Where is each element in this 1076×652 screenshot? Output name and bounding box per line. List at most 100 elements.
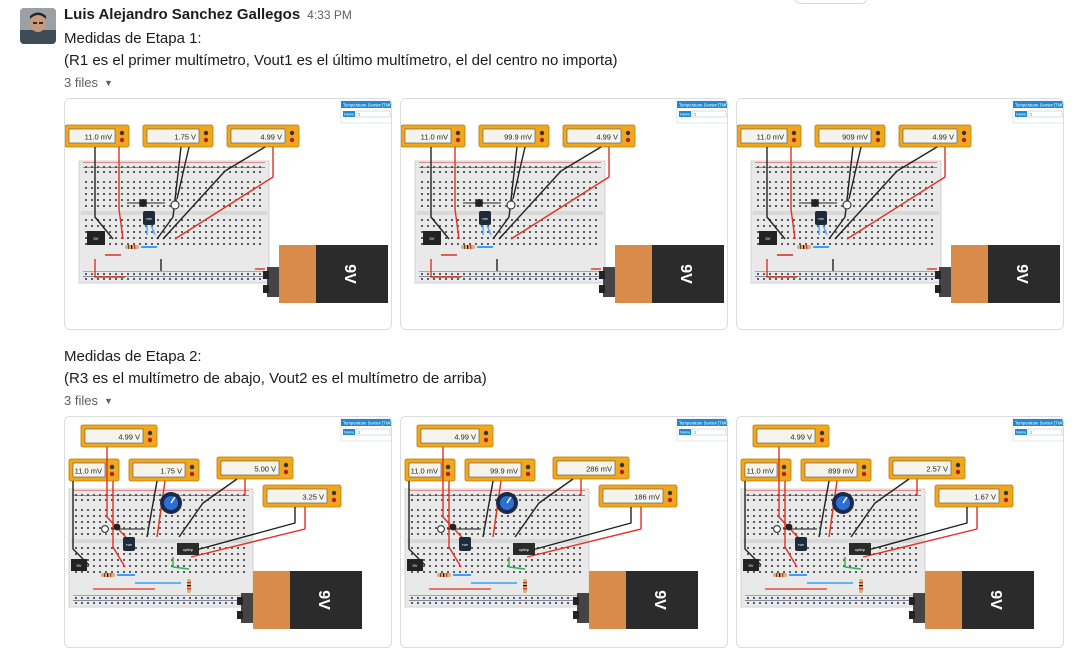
sensor-name-value: 1 — [694, 113, 696, 117]
potentiometer-knob — [832, 492, 854, 514]
author-name[interactable]: Luis Alejandro Sanchez Gallegos — [64, 6, 300, 23]
multimeter-reading: 11.0 mV — [75, 467, 102, 476]
resistor — [437, 573, 451, 577]
chip-label: TMP — [126, 543, 132, 547]
sensor-panel-title: Temperature Sensor [TMP36] — [343, 103, 391, 108]
multimeter: 286 mV — [552, 456, 630, 480]
multimeter-reading: 909 mV — [842, 133, 868, 142]
sensor-panel-title: Temperature Sensor [TMP36] — [679, 103, 727, 108]
multimeter-reading: 99.9 mV — [490, 467, 518, 476]
message-line: (R1 es el primer multímetro, Vout1 es el… — [64, 52, 618, 69]
multimeter: 11.0 mV — [68, 458, 120, 482]
sensor-panel: Temperature Sensor [TMP36] Name 1 — [1012, 418, 1063, 442]
stage2-image-1[interactable]: 4.99 V 11.0 mV 1.75 V 5.00 V 3.25 V Temperatu… — [64, 416, 392, 648]
multimeter: 11.0 mV — [401, 124, 466, 148]
breadboard — [78, 160, 270, 284]
multimeter: 3.25 V — [262, 484, 342, 508]
battery-label: 9V — [1013, 264, 1030, 284]
power-module: 5V — [759, 231, 777, 245]
resistor — [773, 573, 787, 577]
multimeter: 1.75 V — [142, 124, 214, 148]
multimeter-reading: 4.99 V — [454, 433, 476, 442]
probe — [170, 200, 180, 210]
message-line: Medidas de Etapa 2: — [64, 348, 202, 365]
multimeter-reading: 3.25 V — [302, 493, 324, 502]
module-label: 5V — [77, 563, 82, 568]
chip-label: TMP — [146, 217, 152, 221]
resistor — [797, 245, 811, 249]
power-module: 5V — [407, 559, 423, 571]
timestamp[interactable]: 4:33 PM — [307, 8, 352, 22]
sensor-panel-title: Temperature Sensor [TMP36] — [1015, 421, 1063, 426]
multimeter: 5.00 V — [216, 456, 294, 480]
sensor-name-label: Name — [344, 113, 354, 117]
attachments-stage1: 11.0 mV 1.75 V 4.99 V Temperature Sensor [T… — [64, 98, 1068, 330]
resistor — [125, 245, 139, 249]
battery-9v: 9V — [909, 571, 1034, 629]
sensor-panel: Temperature Sensor [TMP36] Name 1 — [676, 418, 727, 442]
battery-9v: 9V — [237, 571, 362, 629]
message-line: Medidas de Etapa 1: — [64, 30, 202, 47]
sensor-name-label: Name — [1016, 113, 1026, 117]
stage2-image-3[interactable]: 4.99 V 11.0 mV 899 mV 2.57 V 1.67 V Temperatu… — [736, 416, 1064, 648]
probe — [437, 525, 445, 533]
tmp-sensor: TMP — [123, 537, 135, 551]
sensor-panel-title: Temperature Sensor [TMP36] — [343, 421, 391, 426]
battery-9v: 9V — [573, 571, 698, 629]
multimeter-reading: 11.0 mV — [421, 133, 448, 142]
sensor-name-value: 1 — [358, 431, 360, 435]
multimeter: 909 mV — [814, 124, 886, 148]
opamp-label: op4mp — [183, 548, 193, 552]
chip-label: TMP — [462, 543, 468, 547]
multimeter: 99.9 mV — [478, 124, 550, 148]
sensor-name-value: 1 — [1030, 431, 1032, 435]
multimeter-reading: 4.99 V — [790, 433, 812, 442]
avatar[interactable] — [20, 8, 56, 44]
files-count: 3 files — [64, 75, 98, 90]
files-count: 3 files — [64, 393, 98, 408]
module-label: 5V — [766, 236, 771, 241]
tmp-sensor: TMP — [143, 211, 155, 225]
multimeter: 11.0 mV — [65, 124, 130, 148]
sensor-panel-title: Temperature Sensor [TMP36] — [679, 421, 727, 426]
stage1-image-1[interactable]: 11.0 mV 1.75 V 4.99 V Temperature Sensor [T… — [64, 98, 392, 330]
sensor-panel: Temperature Sensor [TMP36] Name 1 — [1012, 100, 1063, 124]
multimeter: 4.99 V — [562, 124, 636, 148]
module-label: 5V — [749, 563, 754, 568]
sensor-name-label: Name — [344, 431, 354, 435]
multimeter-reading: 1.75 V — [174, 133, 196, 142]
multimeter: 11.0 mV — [740, 458, 792, 482]
multimeter: 1.67 V — [934, 484, 1014, 508]
stage1-image-2[interactable]: 11.0 mV 99.9 mV 4.99 V Temperature Sensor [… — [400, 98, 728, 330]
power-module: 5V — [743, 559, 759, 571]
multimeter-reading: 1.67 V — [974, 493, 996, 502]
scroll-pill — [794, 0, 868, 4]
files-toggle[interactable]: 3 files ▼ — [64, 72, 113, 94]
stage2-image-2[interactable]: 4.99 V 11.0 mV 99.9 mV 286 mV 186 mV Temperat… — [400, 416, 728, 648]
attachments-stage2: 4.99 V 11.0 mV 1.75 V 5.00 V 3.25 V Temperatu… — [64, 416, 1068, 648]
probe — [842, 200, 852, 210]
battery-label: 9V — [987, 590, 1004, 610]
probe — [101, 525, 109, 533]
power-module: 5V — [87, 231, 105, 245]
battery-label: 9V — [651, 590, 668, 610]
files-toggle[interactable]: 3 files ▼ — [64, 390, 113, 412]
chip-label: TMP — [798, 543, 804, 547]
multimeter: 4.99 V — [226, 124, 300, 148]
sensor-panel-title: Temperature Sensor [TMP36] — [1015, 103, 1063, 108]
battery-label: 9V — [677, 264, 694, 284]
multimeter: 4.99 V — [898, 124, 972, 148]
sensor-name-label: Name — [680, 431, 690, 435]
potentiometer-knob — [496, 492, 518, 514]
sensor-name-label: Name — [1016, 431, 1026, 435]
resistor — [461, 245, 475, 249]
opamp-chip: op4mp — [849, 543, 871, 555]
multimeter: 2.57 V — [888, 456, 966, 480]
chip-label: TMP — [818, 217, 824, 221]
resistor — [101, 573, 115, 577]
opamp-chip: op4mp — [177, 543, 199, 555]
stage1-image-3[interactable]: 11.0 mV 909 mV 4.99 V Temperature Sensor [T… — [736, 98, 1064, 330]
battery-9v: 9V — [599, 245, 724, 303]
resistor — [859, 579, 863, 593]
probe — [773, 525, 781, 533]
